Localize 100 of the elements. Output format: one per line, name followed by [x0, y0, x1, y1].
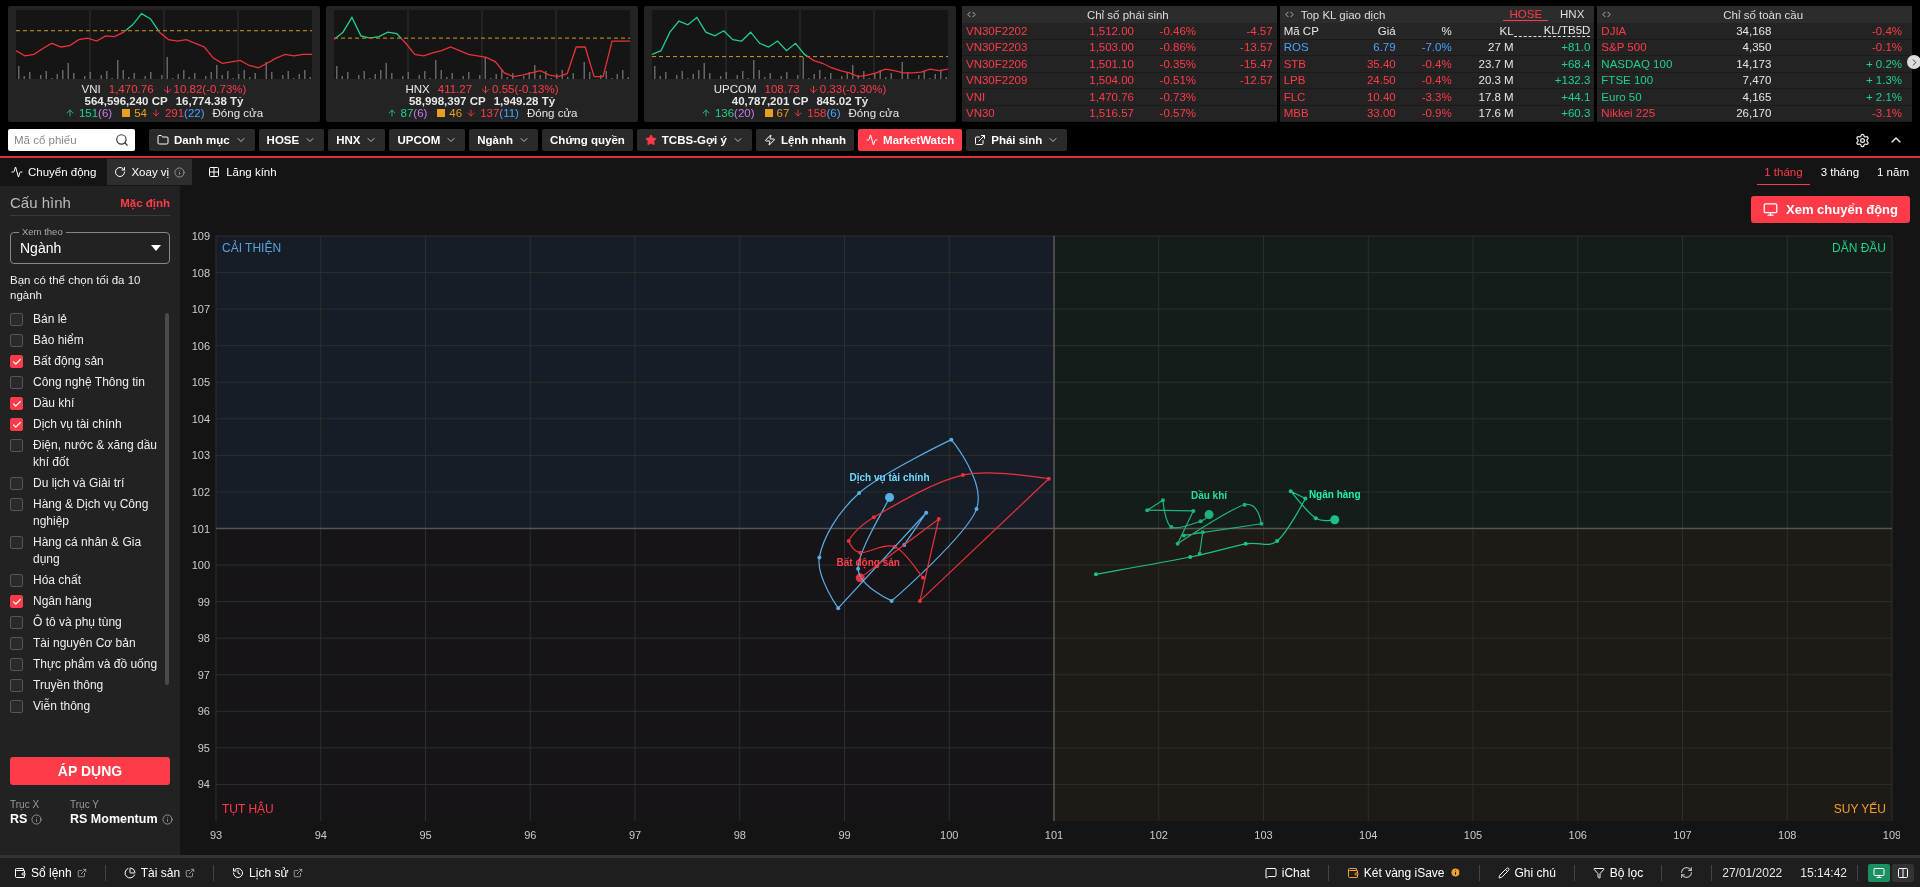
view-tab[interactable]: Xoay vị: [107, 159, 193, 185]
period-tab[interactable]: 1 năm: [1870, 159, 1916, 185]
info-icon[interactable]: [174, 166, 186, 178]
head-point[interactable]: [885, 492, 895, 502]
axis-tick-label: 108: [191, 266, 210, 279]
menu-tab[interactable]: HOSE: [258, 129, 325, 151]
table-cell-text: 26,170: [1735, 107, 1772, 120]
menu-tab[interactable]: Ngành: [469, 129, 539, 151]
trail-point: [1046, 476, 1051, 481]
quadrant-label: TỤT HẬU: [222, 802, 274, 816]
checkbox[interactable]: [10, 439, 23, 452]
menu-tab[interactable]: Lệnh nhanh: [755, 129, 855, 151]
checkbox[interactable]: [10, 700, 23, 713]
checkbox[interactable]: [10, 397, 23, 410]
refresh-icon[interactable]: [1680, 866, 1694, 879]
axis-label: Trục Y: [70, 799, 100, 810]
checkbox[interactable]: [10, 418, 23, 431]
period-tab[interactable]: 1 tháng: [1757, 159, 1810, 185]
view-tab[interactable]: Chuyển động: [4, 159, 104, 185]
info-icon[interactable]: [31, 813, 43, 825]
axis-tick-label: 101: [1044, 829, 1064, 841]
settings-icon[interactable]: [1855, 132, 1870, 148]
footer-link[interactable]: Sổ lệnh: [6, 865, 95, 880]
axis-tick-label: 101: [191, 522, 210, 535]
checkbox[interactable]: [10, 616, 23, 629]
info-icon[interactable]: [161, 813, 173, 825]
menu-tab[interactable]: Phái sinh: [966, 129, 1068, 151]
table-cell-text: -13.57: [1239, 41, 1273, 54]
checkbox[interactable]: [10, 355, 23, 368]
scroll-arrows-icon[interactable]: [966, 9, 977, 20]
next-button[interactable]: [1907, 55, 1920, 69]
menu-tab[interactable]: Chứng quyền: [542, 129, 633, 151]
scroll-arrows-icon[interactable]: [1283, 9, 1295, 20]
market-status: Đóng cửa: [212, 107, 264, 119]
table-cell-text: + 0.2%: [1864, 57, 1902, 70]
checkbox[interactable]: [10, 637, 23, 650]
head-point[interactable]: [855, 573, 865, 583]
exchange-tab[interactable]: HOSE: [1503, 8, 1549, 21]
axis-tick-label: 102: [1149, 829, 1168, 841]
layout-toggle[interactable]: [1868, 863, 1890, 882]
table-cell-text: STB: [1283, 57, 1308, 70]
down-arrow-icon: [807, 83, 819, 95]
index-name: VNI: [81, 83, 101, 95]
table-cell-text: 20.3 M: [1477, 74, 1514, 87]
menu-tab[interactable]: MarketWatch: [858, 129, 963, 151]
trail-point: [817, 555, 822, 560]
unchanged-square-icon: [122, 109, 131, 117]
quadrant-label: CẢI THIỆN: [222, 241, 282, 255]
index-name: HNX: [405, 83, 430, 95]
sector-label: Dầu khí: [1190, 489, 1228, 501]
table-cell-text: -0.4%: [1420, 74, 1452, 87]
table-cell-text: -0.4%: [1420, 57, 1452, 70]
layout-toggle[interactable]: [1892, 863, 1914, 882]
grid-icon: [208, 166, 221, 178]
sector-label: Điện, nước & xăng dầu khí đốt: [33, 437, 158, 471]
footer-link[interactable]: iChat: [1256, 865, 1318, 880]
checkbox[interactable]: [10, 595, 23, 608]
checkbox[interactable]: [10, 477, 23, 490]
period-tab[interactable]: 3 tháng: [1813, 159, 1867, 185]
checkbox[interactable]: [10, 679, 23, 692]
checkbox[interactable]: [10, 498, 23, 511]
footer-link[interactable]: Tài sản: [115, 865, 204, 880]
checkbox[interactable]: [10, 658, 23, 671]
head-point[interactable]: [1330, 515, 1340, 525]
checkbox[interactable]: [10, 574, 23, 587]
footer-link[interactable]: Lịch sử: [224, 865, 312, 880]
menu-tab[interactable]: Danh mục: [149, 129, 255, 151]
footer-link[interactable]: Ghi chú: [1489, 865, 1564, 880]
head-point[interactable]: [1204, 510, 1214, 520]
column-header: Giá: [1376, 24, 1396, 37]
checkbox[interactable]: [10, 334, 23, 347]
checkbox[interactable]: [10, 376, 23, 389]
menu-tab[interactable]: HNX: [328, 129, 386, 151]
menu-tab[interactable]: UPCOM: [389, 129, 466, 151]
table-cell-text: 23.7 M: [1477, 57, 1514, 70]
lens-label[interactable]: Lăng kính: [226, 166, 277, 178]
play-motion-button[interactable]: Xem chuyển động: [1751, 195, 1910, 223]
trail-point: [936, 517, 941, 521]
exchange-tab[interactable]: HNX: [1554, 8, 1591, 21]
scrollbar-thumb[interactable]: [165, 313, 169, 685]
checkbox[interactable]: [10, 313, 23, 326]
footer-icon: [14, 866, 26, 879]
reset-link[interactable]: Mặc định: [120, 196, 170, 209]
menu-tab[interactable]: TCBS-Gợi ý: [636, 129, 752, 151]
trail-point: [1175, 541, 1180, 546]
search-field[interactable]: Mã cổ phiếu: [8, 129, 135, 151]
footer-link[interactable]: Két vàng iSave: [1338, 865, 1469, 880]
up-arrow-icon: [64, 108, 75, 118]
footer-date: 27/01/2022: [1722, 865, 1783, 880]
trail-line[interactable]: [1146, 499, 1262, 555]
trail-point: [871, 515, 876, 520]
advances-count: 136: [714, 107, 735, 119]
footer-link[interactable]: Bộ lọc: [1584, 865, 1652, 880]
checkbox[interactable]: [10, 536, 23, 549]
scroll-arrows-icon[interactable]: [1601, 9, 1613, 20]
search-icon[interactable]: [115, 133, 129, 147]
apply-button[interactable]: ÁP DỤNG: [10, 757, 170, 785]
table-cell-text: DJIA: [1601, 24, 1628, 37]
table-cell-text: FLC: [1283, 90, 1307, 103]
trail-line[interactable]: [818, 439, 979, 609]
